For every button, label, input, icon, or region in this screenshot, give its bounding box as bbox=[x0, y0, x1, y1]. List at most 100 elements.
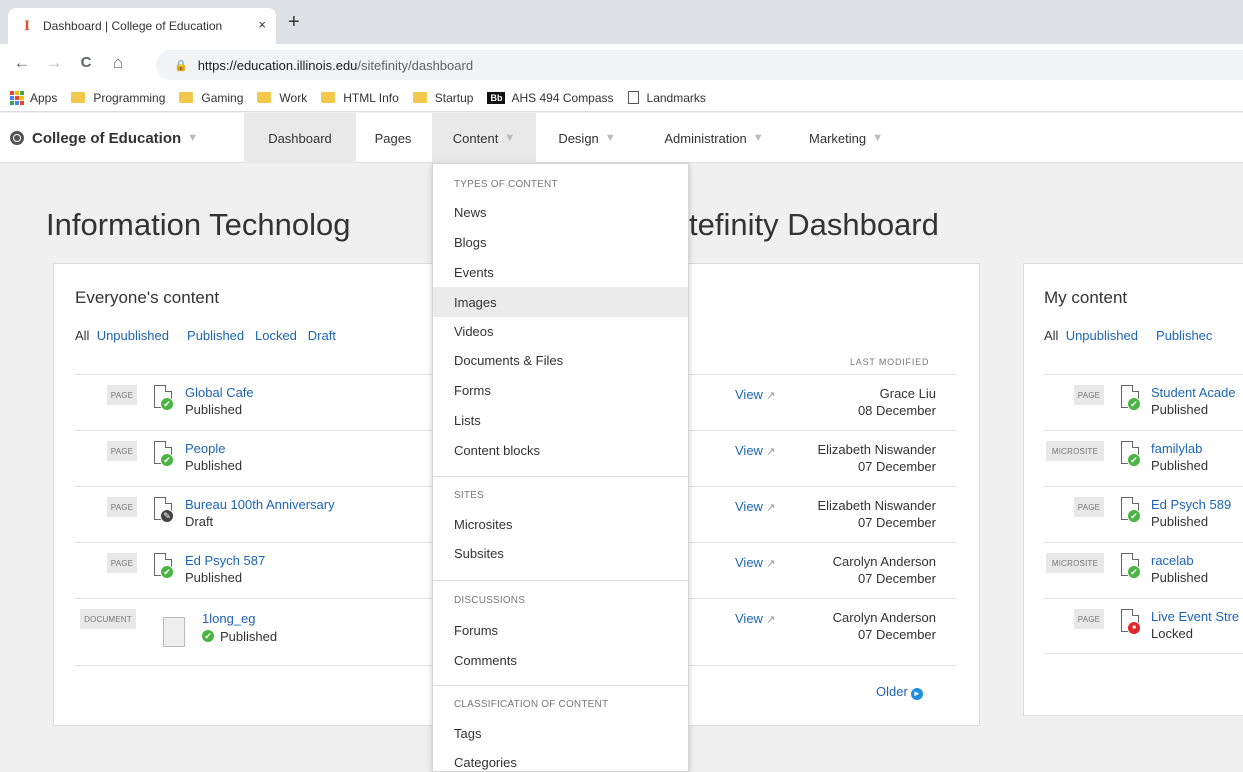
reload-icon[interactable]: C bbox=[74, 52, 98, 74]
filter-locked[interactable]: Locked bbox=[255, 328, 297, 343]
bookmark-label: Startup bbox=[434, 90, 474, 105]
filter-draft[interactable]: Draft bbox=[308, 328, 336, 343]
site-selector[interactable]: College of Education ▼ bbox=[10, 113, 198, 163]
menu-item-comments[interactable]: Comments bbox=[433, 645, 688, 675]
modified-date: 07 December bbox=[857, 459, 936, 474]
apps-grid-icon bbox=[10, 90, 24, 105]
menu-item-images[interactable]: Images bbox=[433, 287, 688, 317]
browser-toolbar: ← → C ⌂ 🔒 https://education.illinois.edu… bbox=[0, 44, 1243, 84]
browser-tab[interactable]: I Dashboard | College of Education × bbox=[8, 8, 276, 44]
content-type-tag: MICROSITE bbox=[1046, 553, 1104, 573]
item-status: Published bbox=[185, 458, 243, 473]
nav-dashboard[interactable]: Dashboard bbox=[244, 113, 356, 163]
modified-by: Carolyn Anderson 07 December bbox=[736, 553, 936, 587]
modified-by: Grace Liu 08 December bbox=[736, 385, 936, 419]
file-thumbnail-icon bbox=[163, 617, 185, 647]
item-title-link[interactable]: Student Acade bbox=[1151, 385, 1236, 400]
filter-unpublished[interactable]: Unpublished bbox=[1066, 328, 1138, 343]
home-icon[interactable]: ⌂ bbox=[106, 52, 130, 74]
item-status: Published bbox=[220, 629, 278, 644]
published-check-icon: ✔ bbox=[1127, 565, 1141, 579]
close-tab-icon[interactable]: × bbox=[258, 17, 266, 32]
folder-icon bbox=[412, 92, 427, 103]
published-check-icon: ✔ bbox=[1127, 397, 1141, 411]
item-title-link[interactable]: Global Cafe bbox=[185, 385, 254, 400]
modified-by: Elizabeth Niswander 07 December bbox=[736, 441, 936, 475]
menu-item-categories[interactable]: Categories bbox=[433, 747, 688, 771]
page-title: Information Technolog bbox=[46, 207, 351, 242]
menu-item-lists[interactable]: Lists bbox=[433, 405, 688, 435]
list-item: MICROSITE ✔ racelab Published bbox=[1044, 542, 1243, 598]
last-modified-header: LAST MODIFIED bbox=[850, 357, 930, 367]
menu-item-forums[interactable]: Forums bbox=[433, 615, 688, 645]
menu-item-microsites[interactable]: Microsites bbox=[433, 509, 688, 539]
nav-administration[interactable]: Administration ▼ bbox=[640, 113, 788, 163]
published-check-icon: ✔ bbox=[160, 565, 174, 579]
list-item: MICROSITE ✔ familylab Published bbox=[1044, 430, 1243, 486]
modifier-name: Carolyn Anderson bbox=[832, 610, 936, 625]
filter-published[interactable]: Publishec bbox=[1156, 328, 1212, 343]
bookmark-label: Programming bbox=[93, 90, 166, 105]
my-content-panel: My content All Unpublished Publishec PAG… bbox=[1023, 263, 1243, 716]
page-icon bbox=[627, 91, 639, 104]
content-type-tag: PAGE bbox=[107, 497, 137, 517]
filter-all[interactable]: All bbox=[75, 328, 89, 343]
bookmark-ahs-494[interactable]: Bb AHS 494 Compass bbox=[487, 91, 614, 105]
item-status: Published bbox=[1151, 514, 1209, 529]
forward-arrow-icon[interactable]: → bbox=[42, 52, 66, 74]
nav-content[interactable]: Content ▼ bbox=[432, 113, 536, 163]
nav-marketing[interactable]: Marketing ▼ bbox=[790, 113, 902, 163]
menu-item-blogs[interactable]: Blogs bbox=[433, 227, 688, 257]
modifier-name: Elizabeth Niswander bbox=[817, 498, 936, 513]
filter-published[interactable]: Published bbox=[187, 328, 244, 343]
panel-heading: My content bbox=[1044, 288, 1128, 307]
item-status: Published bbox=[1151, 458, 1209, 473]
menu-item-content-blocks[interactable]: Content blocks bbox=[433, 435, 688, 465]
filter-unpublished[interactable]: Unpublished bbox=[97, 328, 169, 343]
item-title-link[interactable]: Live Event Stre bbox=[1151, 609, 1239, 624]
new-tab-button[interactable]: + bbox=[288, 12, 300, 32]
bookmark-apps[interactable]: Apps bbox=[10, 90, 58, 105]
content-type-tag: PAGE bbox=[1074, 609, 1104, 629]
nav-content-label: Content bbox=[452, 130, 499, 146]
menu-item-videos[interactable]: Videos bbox=[433, 316, 688, 346]
menu-item-news[interactable]: News bbox=[433, 197, 688, 227]
published-check-icon: ✔ bbox=[201, 629, 215, 643]
item-title-link[interactable]: racelab bbox=[1151, 553, 1194, 568]
bookmark-programming[interactable]: Programming bbox=[71, 91, 165, 105]
draft-pencil-icon: ✎ bbox=[160, 509, 174, 523]
list-item: PAGE ✔ Student Acade Published bbox=[1044, 374, 1243, 430]
item-title-link[interactable]: 1long_eg bbox=[202, 611, 256, 626]
back-arrow-icon[interactable]: ← bbox=[10, 52, 34, 74]
item-title-link[interactable]: Bureau 100th Anniversary bbox=[185, 497, 335, 512]
bookmark-gaming[interactable]: Gaming bbox=[179, 91, 243, 105]
item-title-link[interactable]: familylab bbox=[1151, 441, 1202, 456]
folder-icon bbox=[321, 92, 336, 103]
address-bar[interactable]: 🔒 https://education.illinois.edu/sitefin… bbox=[156, 50, 1243, 80]
nav-pages[interactable]: Pages bbox=[356, 113, 430, 163]
item-status: Draft bbox=[185, 514, 214, 529]
chevron-down-icon: ▼ bbox=[504, 132, 516, 144]
bookmark-landmarks[interactable]: Landmarks bbox=[627, 91, 706, 105]
item-title-link[interactable]: People bbox=[185, 441, 225, 456]
filter-all[interactable]: All bbox=[1044, 328, 1058, 343]
url-text: https://education.illinois.edu/sitefinit… bbox=[198, 58, 473, 73]
menu-item-documents-files[interactable]: Documents & Files bbox=[433, 345, 688, 375]
chevron-down-icon: ▼ bbox=[872, 132, 883, 144]
bookmark-work[interactable]: Work bbox=[257, 91, 307, 105]
nav-design[interactable]: Design ▼ bbox=[536, 113, 638, 163]
bookmark-startup[interactable]: Startup bbox=[412, 90, 474, 105]
item-title-link[interactable]: Ed Psych 587 bbox=[185, 553, 265, 568]
item-status: Locked bbox=[1151, 626, 1193, 641]
menu-item-events[interactable]: Events bbox=[433, 257, 688, 287]
folder-icon bbox=[257, 92, 272, 103]
menu-item-subsites[interactable]: Subsites bbox=[433, 538, 688, 568]
menu-item-forms[interactable]: Forms bbox=[433, 375, 688, 405]
bookmark-html-info[interactable]: HTML Info bbox=[321, 91, 399, 105]
content-type-tag: DOCUMENT bbox=[80, 609, 136, 629]
menu-item-tags[interactable]: Tags bbox=[433, 718, 688, 748]
item-title-link[interactable]: Ed Psych 589 bbox=[1151, 497, 1231, 512]
modified-by: Carolyn Anderson 07 December bbox=[736, 609, 936, 643]
older-link[interactable]: Older ► bbox=[876, 684, 923, 700]
bookmark-label: Apps bbox=[30, 90, 58, 105]
